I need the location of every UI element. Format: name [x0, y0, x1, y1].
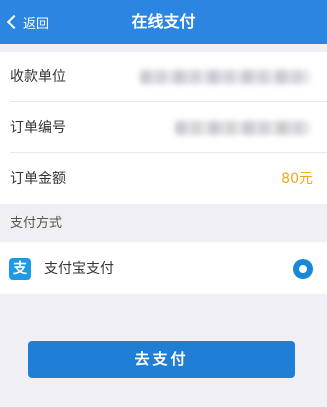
amount-row: 订单金额 80元 — [0, 154, 327, 204]
order-no-value-redacted — [175, 121, 310, 135]
payee-value-redacted — [140, 70, 310, 84]
amount-value: 80元 — [281, 171, 313, 187]
order-no-label: 订单编号 — [10, 120, 66, 136]
divider — [10, 101, 327, 102]
page-title: 在线支付 — [131, 12, 196, 31]
payee-row: 收款单位 — [0, 52, 327, 102]
order-no-row: 订单编号 — [0, 103, 327, 153]
payment-method-heading: 支付方式 — [10, 216, 63, 231]
alipay-radio[interactable] — [293, 259, 313, 279]
alipay-icon: 支 — [9, 258, 31, 280]
amount-label: 订单金额 — [10, 171, 66, 187]
divider — [10, 152, 327, 153]
pay-button[interactable]: 去支付 — [28, 341, 295, 378]
alipay-label: 支付宝支付 — [44, 261, 114, 277]
payee-label: 收款单位 — [10, 69, 66, 85]
order-info-section: 收款单位 订单编号 订单金额 80元 — [0, 52, 327, 204]
nav-bar: 返回 在线支付 — [0, 0, 327, 44]
